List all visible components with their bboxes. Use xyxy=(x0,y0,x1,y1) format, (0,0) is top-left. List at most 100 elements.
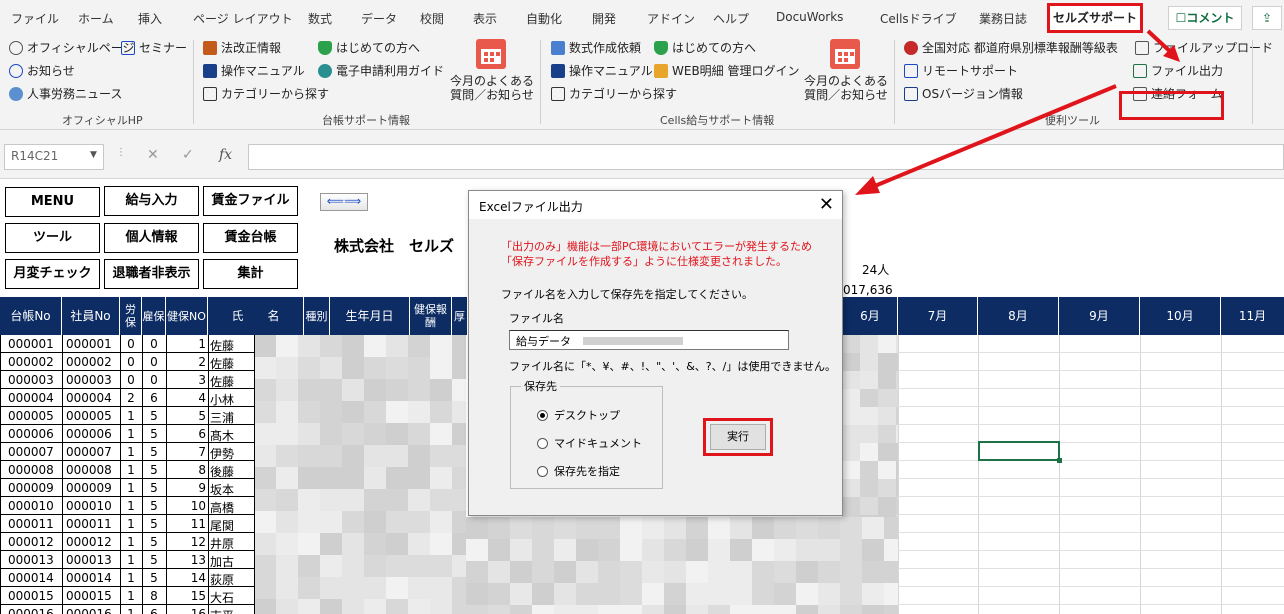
table-cell[interactable]: 000004 xyxy=(8,391,54,405)
table-cell[interactable]: 5 xyxy=(142,409,166,423)
table-cell[interactable]: 000012 xyxy=(66,535,112,549)
table-cell[interactable]: 000015 xyxy=(8,589,54,603)
table-cell[interactable]: 000007 xyxy=(8,445,54,459)
monthly-faq-button[interactable]: 今月のよくある 質問／お知らせ xyxy=(446,74,538,102)
radio-custom-location[interactable]: 保存先を指定 xyxy=(537,463,620,479)
wage-file-button[interactable]: 賃金ファイル xyxy=(203,186,298,216)
table-cell[interactable]: 1 xyxy=(120,607,142,614)
table-cell[interactable]: 6 xyxy=(142,391,166,405)
calendar-icon[interactable] xyxy=(830,39,860,69)
personal-info-button[interactable]: 個人情報 xyxy=(104,223,199,253)
table-cell[interactable]: 000007 xyxy=(66,445,112,459)
tab-addins[interactable]: アドイン xyxy=(647,10,695,27)
seminar-button[interactable]: セミナー xyxy=(121,39,187,56)
table-cell[interactable]: 000016 xyxy=(66,607,112,614)
table-cell[interactable]: 000003 xyxy=(8,373,54,387)
table-cell[interactable]: 5 xyxy=(142,463,166,477)
expand-columns-button[interactable]: ⟸⟹ xyxy=(320,193,368,211)
table-cell[interactable]: 1 xyxy=(120,445,142,459)
table-cell[interactable]: 7 xyxy=(166,445,206,459)
table-cell[interactable]: 000008 xyxy=(66,463,112,477)
table-cell[interactable]: 2 xyxy=(166,355,206,369)
table-cell[interactable]: 1 xyxy=(120,553,142,567)
table-cell[interactable]: 1 xyxy=(120,535,142,549)
table-cell[interactable]: 1 xyxy=(120,589,142,603)
table-cell[interactable]: 000015 xyxy=(66,589,112,603)
table-cell[interactable]: 5 xyxy=(142,445,166,459)
table-cell[interactable]: 5 xyxy=(142,517,166,531)
tab-help[interactable]: ヘルプ xyxy=(713,10,749,27)
table-cell[interactable]: 000014 xyxy=(66,571,112,585)
hide-retired-button[interactable]: 退職者非表示 xyxy=(104,259,199,289)
hr-news-button[interactable]: 人事労務ニュース xyxy=(9,85,122,102)
table-cell[interactable]: 吉平 xyxy=(210,607,234,614)
table-cell[interactable]: 000005 xyxy=(8,409,54,423)
tab-view[interactable]: 表示 xyxy=(473,10,497,27)
table-cell[interactable]: 5 xyxy=(166,409,206,423)
tab-cells-support[interactable]: セルズサポート xyxy=(1047,3,1143,33)
tab-cells-drive[interactable]: Cellsドライブ xyxy=(880,10,957,27)
table-cell[interactable]: 8 xyxy=(166,463,206,477)
table-cell[interactable]: 10 xyxy=(166,499,206,513)
table-cell[interactable]: 000010 xyxy=(8,499,54,513)
e-application-guide-button[interactable]: 電子申請利用ガイド xyxy=(318,62,444,79)
remote-support-button[interactable]: リモートサポート xyxy=(904,62,1018,79)
table-cell[interactable]: 5 xyxy=(142,427,166,441)
table-cell[interactable]: 6 xyxy=(142,607,166,614)
table-cell[interactable]: 0 xyxy=(120,355,142,369)
table-cell[interactable]: 000001 xyxy=(8,337,54,351)
selected-cell[interactable] xyxy=(978,441,1062,463)
grade-table-button[interactable]: 全国対応 都道府県別標準報酬等級表 xyxy=(904,39,1118,56)
fx-icon[interactable]: fx xyxy=(219,147,232,163)
table-cell[interactable]: 0 xyxy=(142,373,166,387)
table-cell[interactable]: 11 xyxy=(166,517,206,531)
table-cell[interactable]: 000016 xyxy=(8,607,54,614)
table-cell[interactable]: 4 xyxy=(166,391,206,405)
table-cell[interactable]: 000002 xyxy=(8,355,54,369)
table-cell[interactable]: 1 xyxy=(120,463,142,477)
table-cell[interactable]: 9 xyxy=(166,481,206,495)
table-cell[interactable]: 15 xyxy=(166,589,206,603)
calendar-icon[interactable] xyxy=(476,39,506,69)
tools-button[interactable]: ツール xyxy=(5,223,100,253)
table-cell[interactable]: 5 xyxy=(142,553,166,567)
table-cell[interactable]: 000008 xyxy=(8,463,54,477)
totals-button[interactable]: 集計 xyxy=(203,259,298,289)
table-cell[interactable]: 0 xyxy=(120,373,142,387)
table-cell[interactable]: 5 xyxy=(142,499,166,513)
execute-button[interactable]: 実行 xyxy=(710,424,766,450)
radio-desktop[interactable]: デスクトップ xyxy=(537,407,620,423)
payroll-beginners-button[interactable]: はじめての方へ xyxy=(654,39,756,56)
table-cell[interactable]: 0 xyxy=(120,337,142,351)
table-cell[interactable]: 5 xyxy=(142,535,166,549)
table-cell[interactable]: 1 xyxy=(166,337,206,351)
table-cell[interactable]: 000002 xyxy=(66,355,112,369)
official-page-button[interactable]: オフィシャルページ xyxy=(9,39,135,56)
payroll-category-button[interactable]: カテゴリーから探す xyxy=(551,85,677,102)
beginners-button[interactable]: はじめての方へ xyxy=(318,39,420,56)
table-cell[interactable]: 6 xyxy=(166,427,206,441)
table-cell[interactable]: 000001 xyxy=(66,337,112,351)
table-cell[interactable]: 000013 xyxy=(8,553,54,567)
table-cell[interactable]: 000011 xyxy=(8,517,54,531)
web-payslip-login-button[interactable]: WEB明細 管理ログイン xyxy=(654,62,800,79)
table-cell[interactable]: 000011 xyxy=(66,517,112,531)
tab-page-layout[interactable]: ページ レイアウト xyxy=(193,10,293,27)
formula-request-button[interactable]: 数式作成依頼 xyxy=(551,39,641,56)
tab-docuworks[interactable]: DocuWorks xyxy=(776,10,843,24)
table-cell[interactable]: 000012 xyxy=(8,535,54,549)
table-cell[interactable]: 14 xyxy=(166,571,206,585)
table-cell[interactable]: 000005 xyxy=(66,409,112,423)
table-cell[interactable]: 5 xyxy=(142,571,166,585)
table-cell[interactable]: 000009 xyxy=(8,481,54,495)
close-icon[interactable]: ✕ xyxy=(819,194,834,215)
table-cell[interactable]: 8 xyxy=(142,589,166,603)
monthly-change-check-button[interactable]: 月変チェック xyxy=(5,259,100,289)
tab-file[interactable]: ファイル xyxy=(11,10,59,27)
table-cell[interactable]: 000004 xyxy=(66,391,112,405)
table-cell[interactable]: 000013 xyxy=(66,553,112,567)
os-version-button[interactable]: OSバージョン情報 xyxy=(904,85,1023,102)
table-cell[interactable]: 1 xyxy=(120,517,142,531)
wage-ledger-button[interactable]: 賃金台帳 xyxy=(203,223,298,253)
share-icon[interactable]: ⇪ xyxy=(1252,6,1282,30)
